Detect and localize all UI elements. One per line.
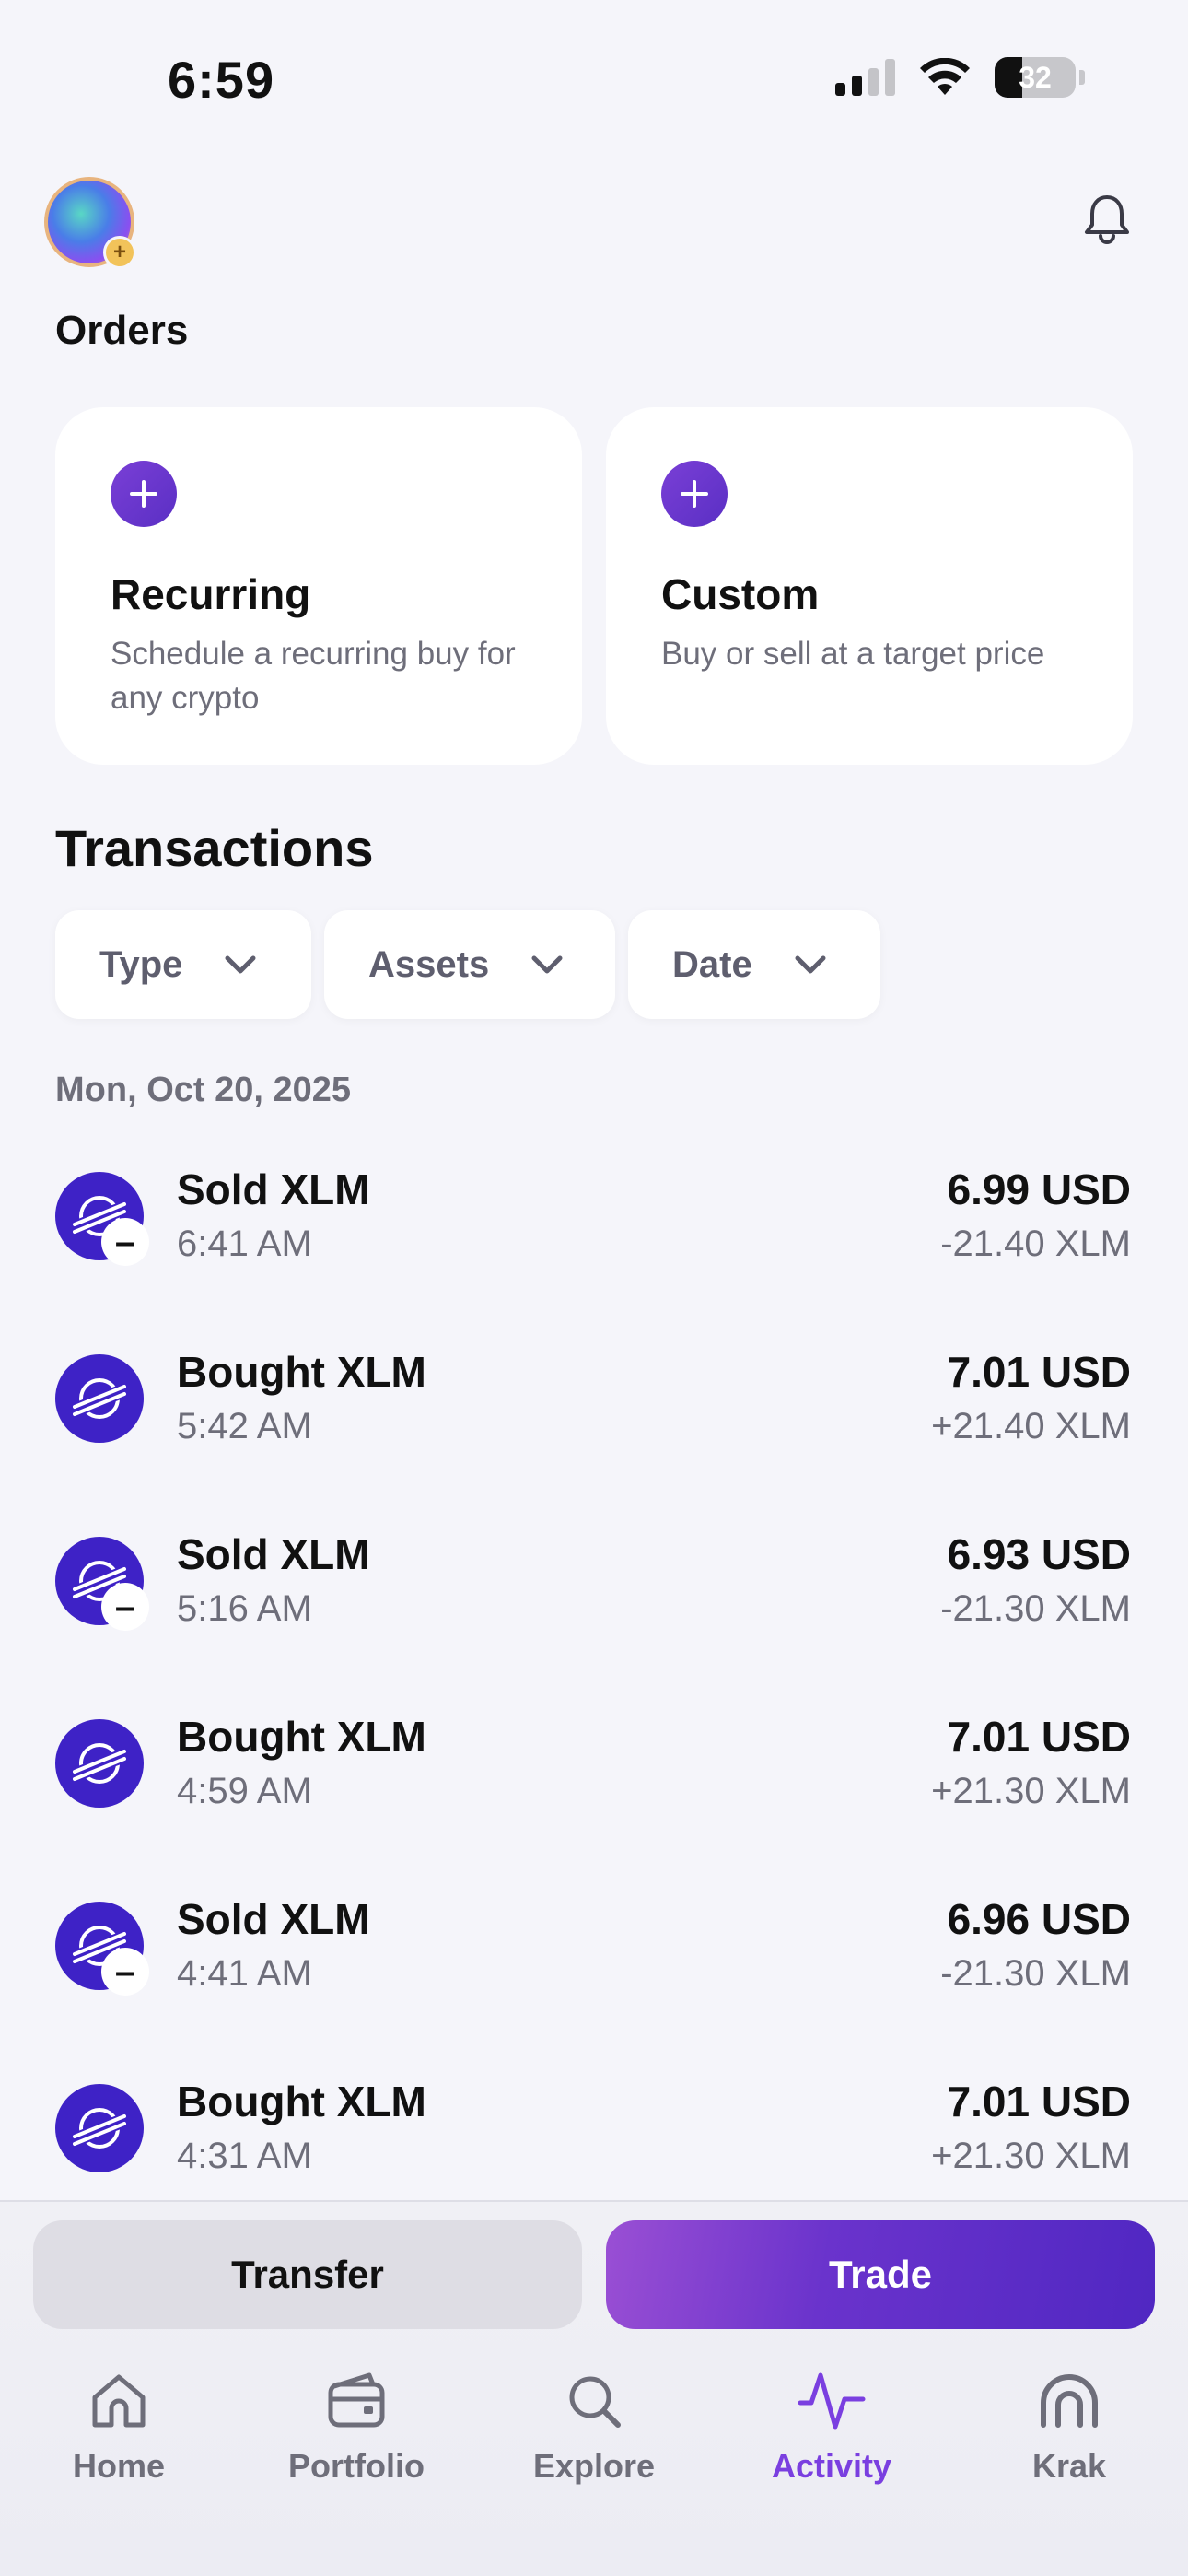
- transaction-quantity: -21.30 XLM: [940, 1953, 1131, 1994]
- transaction-time: 4:41 AM: [177, 1953, 312, 1994]
- card-title: Recurring: [111, 570, 311, 618]
- tab-home[interactable]: Home: [0, 2366, 238, 2486]
- krak-icon: [1041, 2374, 1098, 2428]
- transaction-time: 4:59 AM: [177, 1771, 312, 1811]
- orders-heading: Orders: [55, 308, 189, 353]
- transaction-row[interactable]: Bought XLM 5:42 AM 7.01 USD +21.40 XLM: [55, 1329, 1131, 1511]
- transaction-row[interactable]: – Sold XLM 4:41 AM 6.96 USD -21.30 XLM: [55, 1876, 1131, 2058]
- chevron-down-icon: [225, 955, 256, 974]
- wallet-icon: [328, 2372, 385, 2428]
- transaction-amount: 7.01 USD: [947, 2078, 1131, 2125]
- activity-icon: [798, 2372, 866, 2430]
- status-bar: 6:59 32: [0, 0, 1188, 157]
- transaction-time: 4:31 AM: [177, 2136, 312, 2176]
- date-group-header: Mon, Oct 20, 2025: [55, 1071, 352, 1109]
- transaction-amount: 6.93 USD: [947, 1530, 1131, 1578]
- cellular-signal-icon: [835, 59, 895, 96]
- sell-badge-icon: –: [101, 1218, 149, 1266]
- filter-label: Date: [672, 943, 752, 985]
- custom-order-card[interactable]: Custom Buy or sell at a target price: [606, 407, 1133, 765]
- wifi-icon: [920, 58, 970, 95]
- filter-bar: Type Assets Date: [55, 910, 880, 1019]
- transaction-row[interactable]: – Sold XLM 5:16 AM 6.93 USD -21.30 XLM: [55, 1511, 1131, 1693]
- transaction-quantity: +21.30 XLM: [931, 1771, 1131, 1811]
- transaction-time: 5:42 AM: [177, 1406, 312, 1446]
- tab-explore[interactable]: Explore: [475, 2366, 713, 2486]
- transaction-amount: 6.99 USD: [947, 1165, 1131, 1213]
- filter-date-dropdown[interactable]: Date: [628, 910, 880, 1019]
- tab-label: Home: [72, 2447, 166, 2485]
- avatar-badge-icon: +: [103, 236, 136, 269]
- stellar-coin-icon: [55, 1719, 144, 1808]
- trade-button[interactable]: Trade: [606, 2220, 1155, 2329]
- transaction-title: Bought XLM: [177, 1348, 426, 1396]
- transaction-title: Sold XLM: [177, 1165, 370, 1213]
- tab-label: Krak: [1031, 2447, 1107, 2485]
- transaction-time: 5:16 AM: [177, 1588, 312, 1629]
- filter-label: Type: [99, 943, 183, 985]
- transaction-quantity: -21.40 XLM: [940, 1224, 1131, 1264]
- transfer-button[interactable]: Transfer: [33, 2220, 582, 2329]
- transaction-list: – Sold XLM 6:41 AM 6.99 USD -21.40 XLM B…: [55, 1146, 1131, 2241]
- transaction-title: Bought XLM: [177, 1713, 426, 1761]
- tab-activity[interactable]: Activity: [713, 2366, 950, 2486]
- home-icon: [92, 2374, 146, 2428]
- card-title: Custom: [661, 570, 820, 618]
- tab-label: Portfolio: [288, 2447, 425, 2485]
- transaction-quantity: +21.40 XLM: [931, 1406, 1131, 1446]
- status-icons: 32: [835, 57, 1085, 98]
- card-description: Schedule a recurring buy for any crypto: [111, 636, 516, 716]
- chevron-down-icon: [795, 955, 826, 974]
- status-time: 6:59: [168, 51, 275, 109]
- tab-bar: Home Portfolio Explore Activity Krak: [0, 2366, 1188, 2486]
- tab-label: Explore: [532, 2447, 656, 2485]
- filter-type-dropdown[interactable]: Type: [55, 910, 311, 1019]
- transaction-time: 6:41 AM: [177, 1224, 312, 1264]
- battery-icon: 32: [995, 57, 1076, 98]
- tab-krak[interactable]: Krak: [950, 2366, 1188, 2486]
- stellar-coin-icon: [55, 2084, 144, 2172]
- chevron-down-icon: [531, 955, 563, 974]
- transaction-amount: 7.01 USD: [947, 1713, 1131, 1761]
- notification-bell-icon[interactable]: [1077, 190, 1136, 249]
- transaction-quantity: +21.30 XLM: [931, 2136, 1131, 2176]
- battery-level: 32: [1019, 60, 1052, 94]
- transaction-amount: 7.01 USD: [947, 1348, 1131, 1396]
- stellar-coin-icon: [55, 1354, 144, 1443]
- transaction-row[interactable]: Bought XLM 4:59 AM 7.01 USD +21.30 XLM: [55, 1693, 1131, 1876]
- transaction-title: Sold XLM: [177, 1530, 370, 1578]
- tab-portfolio[interactable]: Portfolio: [238, 2366, 475, 2486]
- filter-label: Assets: [368, 943, 490, 985]
- transaction-title: Sold XLM: [177, 1895, 370, 1943]
- sell-badge-icon: –: [101, 1583, 149, 1631]
- card-description: Buy or sell at a target price: [661, 636, 1045, 672]
- search-icon: [569, 2376, 621, 2428]
- transaction-amount: 6.96 USD: [947, 1895, 1131, 1943]
- transaction-quantity: -21.30 XLM: [940, 1588, 1131, 1629]
- sell-badge-icon: –: [101, 1948, 149, 1996]
- bottom-bar: Transfer Trade Home Portfolio Explore Ac…: [0, 2200, 1188, 2576]
- filter-assets-dropdown[interactable]: Assets: [324, 910, 615, 1019]
- plus-icon: [111, 461, 177, 527]
- recurring-order-card[interactable]: Recurring Schedule a recurring buy for a…: [55, 407, 582, 765]
- plus-icon: [661, 461, 728, 527]
- transaction-title: Bought XLM: [177, 2078, 426, 2125]
- tab-label: Activity: [771, 2447, 892, 2485]
- transactions-heading: Transactions: [55, 819, 374, 877]
- transaction-row[interactable]: – Sold XLM 6:41 AM 6.99 USD -21.40 XLM: [55, 1146, 1131, 1329]
